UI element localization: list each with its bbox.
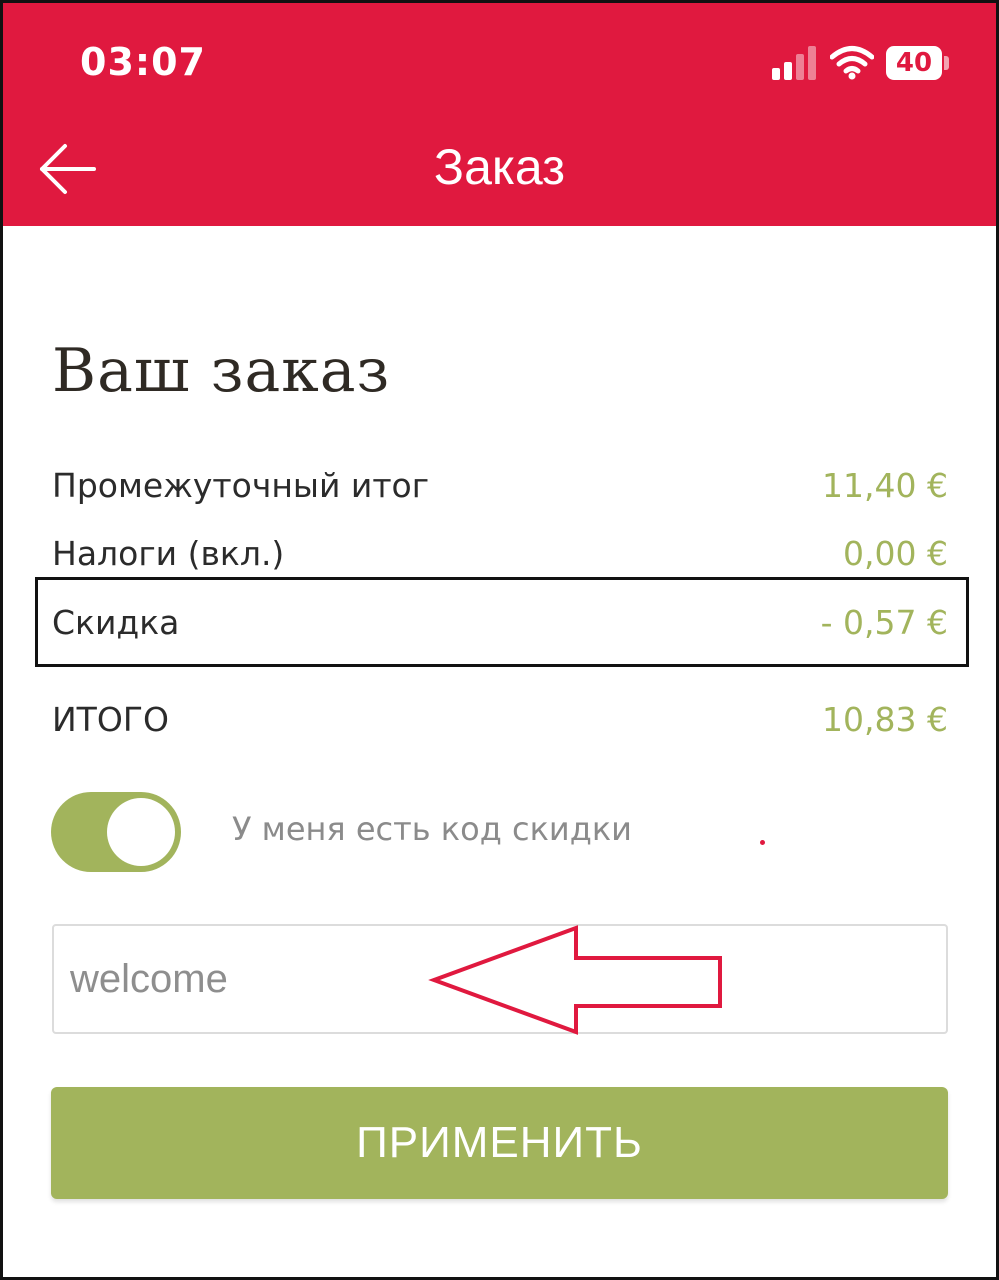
annotation-dot <box>760 840 765 845</box>
cellular-signal-icon <box>772 46 818 80</box>
total-value: 10,83 € <box>822 699 948 739</box>
total-row: ИТОГО 10,83 € <box>52 689 948 749</box>
discount-label: Скидка <box>52 602 180 642</box>
discount-row: Скидка - 0,57 € <box>52 592 948 652</box>
toggle-knob <box>107 798 175 866</box>
order-section-title: Ваш заказ <box>52 336 391 406</box>
page-title: Заказ <box>433 139 566 195</box>
battery-indicator: 40 <box>886 46 942 80</box>
subtotal-value: 11,40 € <box>822 465 948 505</box>
battery-tip <box>944 56 949 70</box>
apply-button[interactable]: ПРИМЕНИТЬ <box>51 1087 948 1199</box>
taxes-value: 0,00 € <box>843 533 948 573</box>
app-header: 03:07 40 Заказ <box>0 0 999 226</box>
discount-code-toggle-label: У меня есть код скидки <box>232 810 632 848</box>
taxes-row: Налоги (вкл.) 0,00 € <box>52 523 948 583</box>
discount-value: - 0,57 € <box>820 602 948 642</box>
taxes-label: Налоги (вкл.) <box>52 533 285 573</box>
discount-code-toggle[interactable] <box>51 792 181 872</box>
subtotal-row: Промежуточный итог 11,40 € <box>52 455 948 515</box>
status-time: 03:07 <box>80 40 206 84</box>
total-label: ИТОГО <box>52 699 169 739</box>
wifi-icon <box>830 46 874 80</box>
subtotal-label: Промежуточный итог <box>52 465 430 505</box>
annotation-arrow-icon <box>428 925 722 1035</box>
